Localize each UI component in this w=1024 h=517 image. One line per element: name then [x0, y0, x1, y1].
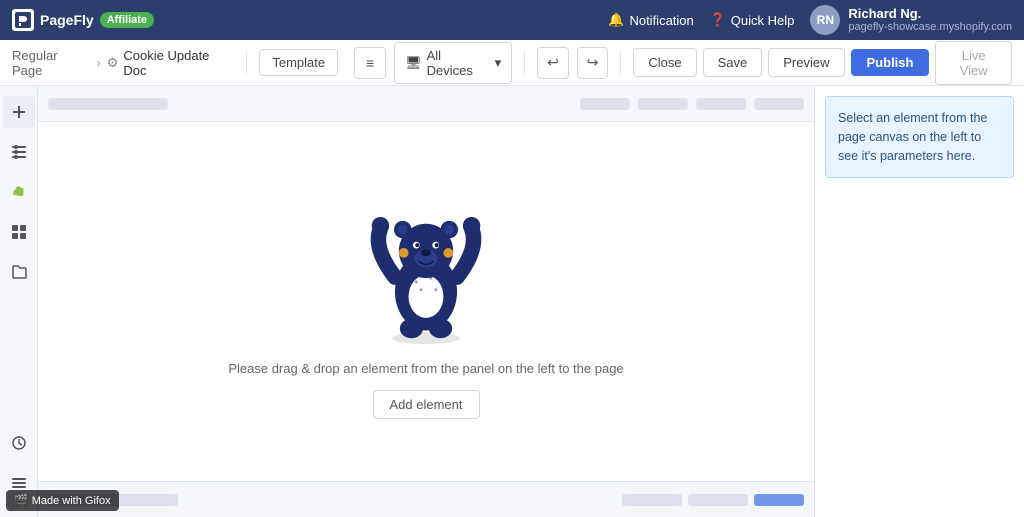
chevron-down-icon: ▾: [495, 55, 502, 71]
bear-mascot-image: [361, 185, 491, 345]
monitor-icon: 🖥: [405, 55, 422, 71]
gifox-icon: 🎬: [14, 494, 28, 507]
undo-button[interactable]: ↩: [537, 47, 569, 79]
notification-button[interactable]: 🔔 Notification: [608, 12, 693, 28]
gifox-badge: 🎬 Made with Gifox: [6, 490, 119, 511]
right-panel: Select an element from the page canvas o…: [814, 86, 1024, 517]
affiliate-badge: Affiliate: [100, 12, 154, 28]
breadcrumb-parent: Regular Page: [12, 48, 90, 78]
toolbar: Regular Page › ⚙ Cookie Update Doc Templ…: [0, 40, 1024, 86]
save-button[interactable]: Save: [703, 48, 763, 77]
sidebar-item-apps[interactable]: [3, 216, 35, 248]
canvas-area: Please drag & drop an element from the p…: [38, 86, 814, 517]
user-name: Richard Ng.: [848, 6, 1012, 22]
live-view-button[interactable]: Live View: [935, 41, 1012, 85]
breadcrumb: Regular Page › ⚙ Cookie Update Doc: [12, 48, 234, 78]
placeholder-bar-2: [580, 98, 630, 110]
text-align-icon-button[interactable]: ≡: [354, 47, 386, 79]
page-bottom-bar: [38, 481, 814, 517]
placeholder-bar-5: [754, 98, 804, 110]
user-area: RN Richard Ng. pagefly-showcase.myshopif…: [810, 5, 1012, 35]
toolbar-icons: ≡: [354, 47, 386, 79]
info-box: Select an element from the page canvas o…: [825, 96, 1014, 178]
nav-left: PageFly Affiliate: [12, 9, 154, 31]
device-selector[interactable]: 🖥 All Devices ▾: [394, 42, 512, 84]
placeholder-bar-bottom-4: [754, 494, 804, 506]
sidebar-item-shopify[interactable]: [3, 176, 35, 208]
placeholder-bar-3: [638, 98, 688, 110]
toolbar-divider-3: [620, 51, 621, 75]
sidebar-item-layers[interactable]: [3, 136, 35, 168]
nav-right: 🔔 Notification ❓ Quick Help RN Richard N…: [608, 5, 1012, 35]
breadcrumb-current: ⚙ Cookie Update Doc: [107, 48, 235, 78]
sidebar-item-history[interactable]: [3, 427, 35, 459]
add-element-button[interactable]: Add element: [373, 390, 480, 419]
logo-area: PageFly Affiliate: [12, 9, 154, 31]
placeholder-bar-1: [48, 98, 168, 110]
template-button[interactable]: Template: [259, 49, 338, 76]
info-box-text: Select an element from the page canvas o…: [838, 111, 987, 163]
bell-icon: 🔔: [608, 12, 624, 28]
close-button[interactable]: Close: [633, 48, 696, 77]
toolbar-divider-2: [524, 51, 525, 75]
empty-state-text: Please drag & drop an element from the p…: [228, 361, 623, 376]
canvas-empty-state: Please drag & drop an element from the p…: [38, 122, 814, 481]
toolbar-actions: Close Save Preview Publish Live View: [633, 41, 1012, 85]
user-info: Richard Ng. pagefly-showcase.myshopify.c…: [848, 6, 1012, 35]
preview-button[interactable]: Preview: [768, 48, 844, 77]
redo-button[interactable]: ↪: [577, 47, 609, 79]
placeholder-bar-bottom-2: [622, 494, 682, 506]
main-layout: Please drag & drop an element from the p…: [0, 86, 1024, 517]
page-top-bar: [38, 86, 814, 122]
quick-help-button[interactable]: ❓ Quick Help: [710, 12, 795, 28]
bottom-right-placeholder: [622, 494, 804, 506]
help-icon: ❓: [710, 12, 726, 28]
toolbar-divider-1: [246, 51, 247, 75]
gifox-label: Made with Gifox: [32, 495, 111, 507]
sidebar-item-files[interactable]: [3, 256, 35, 288]
sidebar-item-add[interactable]: [3, 96, 35, 128]
settings-icon: ⚙: [107, 55, 119, 71]
avatar: RN: [810, 5, 840, 35]
placeholder-bar-bottom-3: [688, 494, 748, 506]
breadcrumb-separator: ›: [96, 55, 100, 70]
logo-text: PageFly: [40, 12, 94, 28]
logo-icon: [12, 9, 34, 31]
publish-button[interactable]: Publish: [851, 49, 930, 76]
canvas-inner: Please drag & drop an element from the p…: [38, 86, 814, 517]
left-sidebar: [0, 86, 38, 517]
placeholder-bar-4: [696, 98, 746, 110]
top-navigation: PageFly Affiliate 🔔 Notification ❓ Quick…: [0, 0, 1024, 40]
user-store: pagefly-showcase.myshopify.com: [848, 21, 1012, 34]
